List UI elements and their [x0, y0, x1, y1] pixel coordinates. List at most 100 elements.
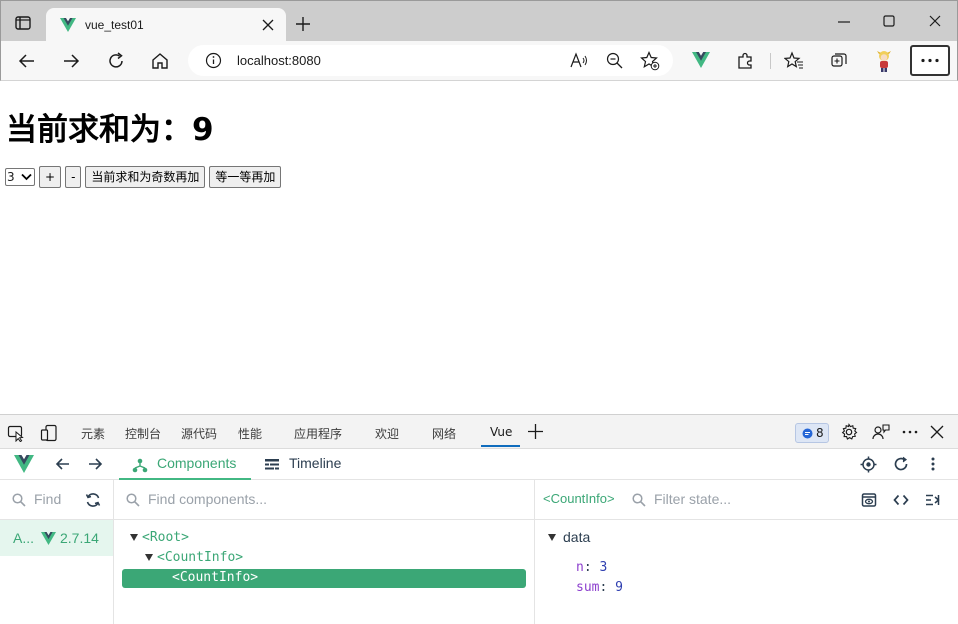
tab-elements[interactable]: 元素 [81, 425, 105, 442]
tab-welcome[interactable]: 欢迎 [375, 425, 399, 442]
address-bar[interactable]: localhost:8080 [188, 45, 673, 76]
forward-icon[interactable] [61, 51, 81, 71]
tree-node-selected-label: <CountInfo> [172, 570, 259, 585]
vue-logo-icon [60, 18, 76, 32]
component-tree-icon [132, 457, 148, 473]
send-feedback-icon[interactable] [872, 423, 890, 441]
extensions-icon[interactable] [735, 51, 755, 71]
state-value: 9 [615, 580, 623, 595]
vue-back-icon[interactable] [55, 456, 71, 472]
minimize-icon[interactable] [837, 14, 851, 28]
tab-timeline[interactable]: Timeline [289, 455, 341, 471]
devtools-settings-icon[interactable] [840, 423, 858, 441]
component-search[interactable]: Find components... [114, 480, 534, 520]
tab-close-icon[interactable] [262, 19, 274, 31]
sum-heading-label: 当前求和为： [6, 112, 192, 148]
favorites-icon[interactable] [784, 51, 804, 71]
browser-tab[interactable]: vue_test01 [46, 8, 286, 42]
search-icon [632, 493, 646, 507]
vue-devtools-extension-icon[interactable] [692, 52, 710, 68]
back-icon[interactable] [17, 51, 37, 71]
device-emulation-icon[interactable] [40, 424, 58, 442]
scroll-to-component-icon[interactable] [861, 492, 877, 508]
tab-actions-icon[interactable] [13, 13, 33, 33]
component-search-placeholder: Find components... [148, 491, 268, 507]
state-key: n [576, 560, 584, 575]
settings-more-button[interactable] [910, 45, 950, 76]
tree-node-root[interactable]: <Root> [142, 530, 189, 545]
collapse-state-icon[interactable] [925, 492, 941, 508]
more-tools-plus-icon[interactable] [527, 423, 544, 440]
home-icon[interactable] [150, 51, 170, 71]
state-key: sum [576, 580, 600, 595]
tree-node-selected[interactable]: <CountInfo> [122, 569, 526, 588]
tab-components[interactable]: Components [119, 449, 251, 480]
decrement-button[interactable]: - [65, 166, 82, 188]
state-field-n[interactable]: n: 3 [576, 560, 607, 575]
read-aloud-icon[interactable] [570, 52, 588, 69]
vue-forward-icon[interactable] [87, 456, 103, 472]
devtools-close-icon[interactable] [929, 424, 945, 440]
tab-application[interactable]: 应用程序 [294, 425, 342, 442]
state-colon: : [583, 560, 600, 575]
vue-logo-icon [41, 532, 56, 545]
tab-network[interactable]: 网络 [432, 425, 456, 442]
collections-icon[interactable] [829, 51, 849, 71]
vue-refresh-icon[interactable] [893, 456, 909, 472]
issues-badge[interactable]: 8 [795, 423, 829, 443]
select-component-icon[interactable] [860, 456, 877, 473]
expand-caret-icon[interactable] [548, 534, 556, 541]
devtools-more-icon[interactable] [901, 423, 919, 441]
increment-button[interactable]: + [39, 166, 62, 188]
sum-heading: 当前求和为：9 [6, 104, 214, 149]
open-in-editor-icon[interactable] [893, 492, 909, 508]
site-info-icon[interactable] [205, 52, 222, 69]
tab-sources[interactable]: 源代码 [181, 425, 217, 442]
state-inspector-panel: <CountInfo> Filter state... data n: 3 su… [535, 480, 958, 624]
refresh-icon[interactable] [106, 51, 126, 71]
app-name: A... [13, 530, 35, 546]
search-icon [126, 493, 140, 507]
vue-more-icon[interactable] [926, 456, 940, 472]
devtools-panel: 元素 控制台 源代码 性能 应用程序 欢迎 网络 Vue 8 Component… [0, 414, 958, 624]
vue-devtools-toolbar: Components Timeline [0, 449, 958, 480]
increment-wait-button[interactable]: 等一等再加 [209, 166, 282, 188]
maximize-icon[interactable] [882, 14, 896, 28]
refresh-apps-icon[interactable] [85, 492, 101, 508]
expand-caret-icon[interactable] [130, 534, 138, 541]
vue-logo-icon [14, 455, 34, 473]
search-icon [12, 493, 26, 507]
app-list-item[interactable]: A... 2.7.14 [0, 520, 113, 556]
increment-if-odd-button[interactable]: 当前求和为奇数再加 [85, 166, 206, 188]
tab-vue[interactable]: Vue [490, 425, 512, 439]
zoom-out-icon[interactable] [606, 52, 623, 69]
counter-controls: 3 + - 当前求和为奇数再加 等一等再加 [5, 166, 282, 188]
state-colon: : [599, 580, 616, 595]
profile-avatar[interactable] [873, 49, 895, 73]
toolbar-divider [770, 53, 771, 69]
browser-tab-strip: vue_test01 [0, 0, 958, 42]
apps-search[interactable]: Find [0, 480, 113, 520]
expand-caret-icon[interactable] [145, 554, 153, 561]
tab-console[interactable]: 控制台 [125, 425, 161, 442]
vue-devtools-panels: Find A... 2.7.14 Find components... <Roo… [0, 480, 958, 624]
tab-performance[interactable]: 性能 [238, 425, 262, 442]
inspected-component-name: <CountInfo> [543, 491, 615, 506]
filter-state-input[interactable]: Filter state... [654, 491, 731, 507]
state-section-data[interactable]: data [563, 529, 590, 545]
state-field-sum[interactable]: sum: 9 [576, 580, 623, 595]
timeline-icon [264, 457, 280, 473]
tree-node-countinfo[interactable]: <CountInfo> [157, 550, 243, 565]
inspect-element-icon[interactable] [7, 424, 25, 442]
add-favorite-icon[interactable] [640, 51, 660, 71]
url-text[interactable]: localhost:8080 [237, 53, 321, 68]
new-tab-icon[interactable] [294, 15, 312, 33]
close-window-icon[interactable] [928, 14, 942, 28]
sum-value: 9 [192, 112, 214, 148]
tab-title: vue_test01 [85, 18, 144, 32]
issues-count: 8 [816, 426, 824, 440]
apps-panel: Find A... 2.7.14 [0, 480, 114, 624]
message-icon [802, 428, 813, 439]
active-tab-indicator [481, 445, 520, 447]
step-select[interactable]: 3 [5, 168, 35, 186]
